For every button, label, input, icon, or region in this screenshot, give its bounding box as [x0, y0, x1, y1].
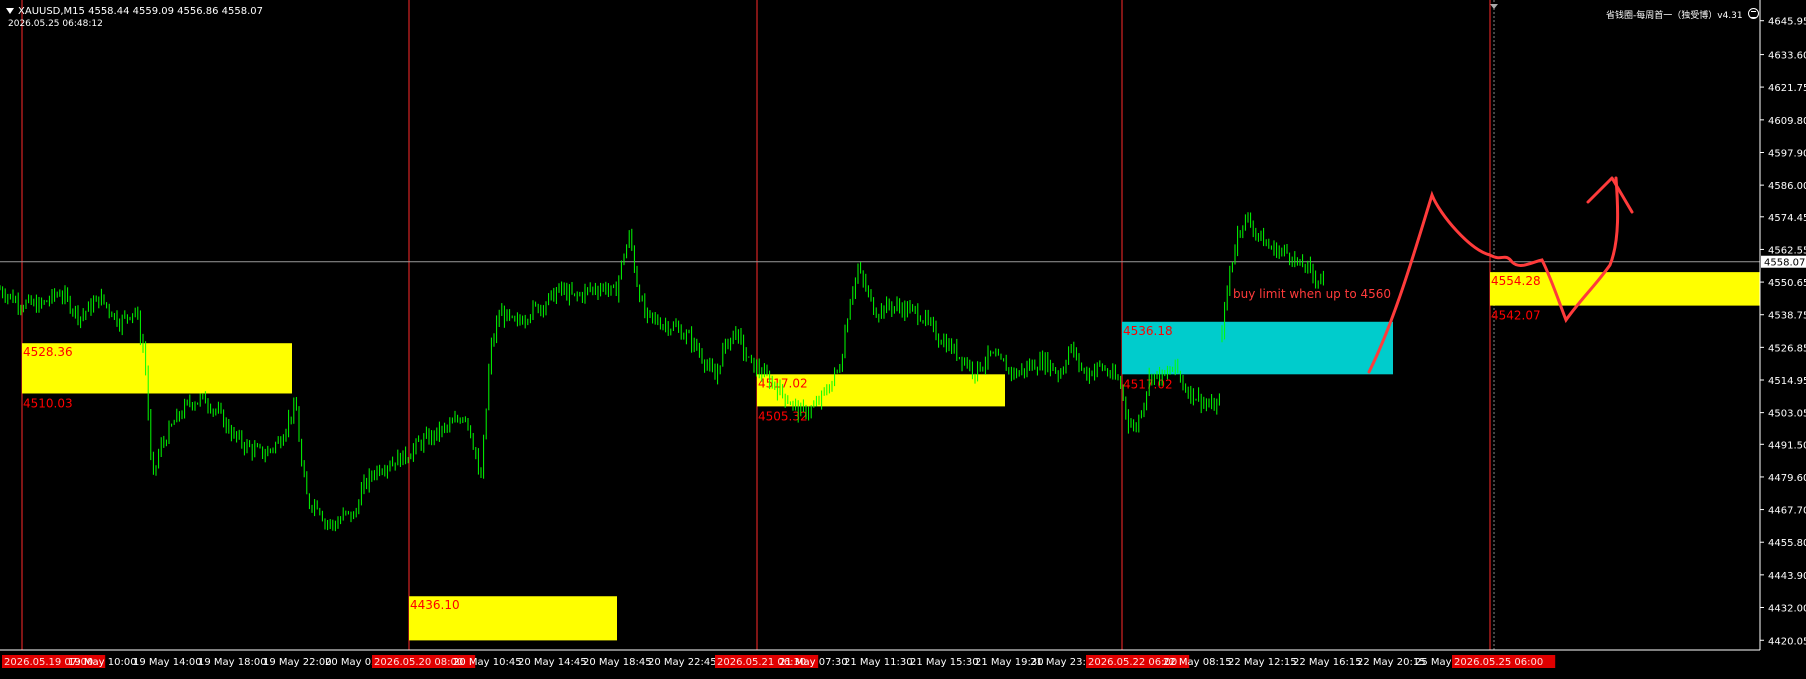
price-tick-label: 4621.75 [1768, 83, 1806, 94]
zone-top-label: 4436.10 [410, 598, 460, 612]
time-badge-label: 2026.05.20 08:00 [374, 657, 463, 668]
time-label: 22 May 08:15 [1163, 657, 1232, 668]
time-badge-label: 2026.05.25 06:00 [1454, 657, 1543, 668]
price-zones: 4528.36 4510.03 4436.10 4517.02 4505.32 4536.… [0, 261, 1760, 641]
price-tick-label: 4514.95 [1768, 376, 1806, 387]
price-tick-label: 4550.65 [1768, 278, 1806, 289]
zone-top-label: 4528.36 [23, 345, 73, 359]
price-chart[interactable]: 4528.36 4510.03 4436.10 4517.02 4505.32 4536.… [0, 0, 1806, 675]
time-label: 19 May 10:00 [68, 657, 137, 668]
indicator-label: 省钱圈-每周首一（独受博）v4.31 [1606, 11, 1743, 21]
time-label: 19 May 14:00 [133, 657, 202, 668]
price-tick-label: 4503.05 [1768, 409, 1806, 420]
time-label: 22 May 12:15 [1228, 657, 1297, 668]
current-price-label: 4558.07 [1764, 258, 1805, 269]
time-label: 19 May 18:00 [198, 657, 267, 668]
price-tick-label: 4538.75 [1768, 311, 1806, 322]
price-tick-label: 4597.90 [1768, 148, 1806, 159]
drawn-arrowhead-icon[interactable] [1586, 176, 1634, 214]
time-label: 21 May 11:30 [844, 657, 913, 668]
price-tick-label: 4526.85 [1768, 343, 1806, 354]
current-session-arrow-icon [1490, 4, 1498, 9]
zone-bottom-label: 4517.02 [1123, 377, 1173, 391]
price-tick-label: 4491.50 [1768, 440, 1806, 451]
price-tick-label: 4562.55 [1768, 245, 1806, 256]
time-label: 19 May 22:00 [263, 657, 332, 668]
symbol-ohlc-line: XAUUSD,M15 4558.44 4559.09 4556.86 4558.… [18, 6, 264, 17]
time-label: 21 May 23:3 [1030, 657, 1092, 668]
price-tick-label: 4479.60 [1768, 473, 1806, 484]
price-tick-label: 4574.45 [1768, 213, 1806, 224]
zone-bottom-label: 4542.07 [1491, 309, 1541, 323]
zone-bottom-label: 4505.32 [758, 409, 808, 423]
price-tick-label: 4645.95 [1768, 17, 1806, 28]
price-tick-label: 4633.60 [1768, 51, 1806, 62]
time-label: 20 May 22:45 [648, 657, 717, 668]
time-label: 21 May 07:30 [779, 657, 848, 668]
price-tick-label: 4609.80 [1768, 116, 1806, 127]
annotation-text: buy limit when up to 4560 [1233, 287, 1391, 301]
chart-area[interactable]: 4528.36 4510.03 4436.10 4517.02 4505.32 4536.… [0, 0, 1806, 675]
time-label: 20 May 10:45 [453, 657, 522, 668]
indicator-settings-icon[interactable] [1748, 8, 1759, 19]
time-label: 20 May 14:45 [518, 657, 587, 668]
price-tick-label: 4432.00 [1768, 603, 1806, 614]
time-label: 22 May 16:15 [1293, 657, 1362, 668]
price-axis: 4645.95 4633.60 4621.75 4609.80 4597.90 4586.… [0, 0, 1806, 651]
price-tick-label: 4586.00 [1768, 181, 1806, 192]
symbol-menu-arrow-icon[interactable] [6, 8, 14, 14]
time-label: 21 May 15:30 [910, 657, 979, 668]
zone-bottom-label: 4510.03 [23, 396, 73, 410]
price-tick-label: 4455.80 [1768, 538, 1806, 549]
zone-top-label: 4554.28 [1491, 274, 1541, 288]
server-timestamp: 2026.05.25 06:48:12 [8, 19, 103, 29]
time-label: 20 May 02 [325, 657, 377, 668]
price-tick-label: 4443.90 [1768, 571, 1806, 582]
price-tick-label: 4467.70 [1768, 506, 1806, 517]
time-label: 20 May 18:45 [583, 657, 652, 668]
time-label: 25 May [1415, 657, 1452, 668]
time-axis: 2026.05.19 07:0019 May 10:0019 May 14:00… [2, 655, 1556, 668]
zone-top-label: 4536.18 [1123, 324, 1173, 338]
price-tick-label: 4420.05 [1768, 636, 1806, 647]
